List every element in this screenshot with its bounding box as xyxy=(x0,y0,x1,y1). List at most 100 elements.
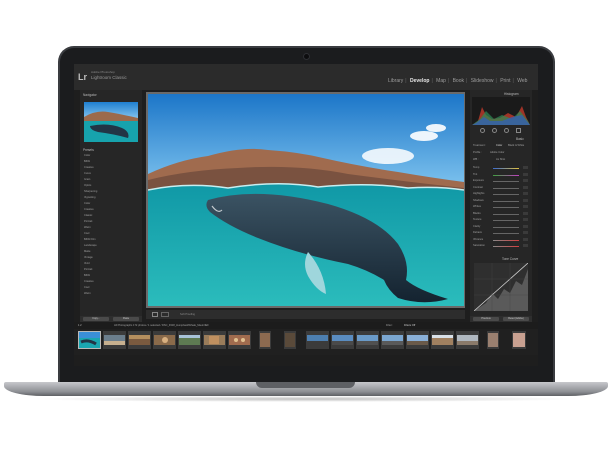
main-photo-whale[interactable] xyxy=(148,94,464,306)
treatment-bw-option[interactable]: Black & White xyxy=(508,144,524,147)
slider-track[interactable] xyxy=(493,213,519,215)
slider-track[interactable] xyxy=(493,187,519,189)
slider-value[interactable] xyxy=(523,166,528,169)
slider-value[interactable] xyxy=(523,244,528,247)
laptop-opening-notch xyxy=(256,382,355,388)
basic-header[interactable]: Basic xyxy=(516,137,524,141)
filmstrip-thumb[interactable] xyxy=(431,331,454,349)
slider-value[interactable] xyxy=(523,172,528,176)
red-eye-icon[interactable] xyxy=(504,128,509,133)
identity-plate-bar xyxy=(74,64,538,90)
slider-label: Temp xyxy=(473,166,480,169)
histogram-header[interactable]: Histogram xyxy=(504,92,519,96)
slider-track[interactable] xyxy=(493,168,519,169)
slider-track[interactable] xyxy=(493,226,519,228)
slider-label: Highlights xyxy=(473,192,485,195)
slider-label: Vibrance xyxy=(473,237,484,241)
filmstrip-thumb[interactable] xyxy=(259,331,271,349)
crop-tool-icon[interactable] xyxy=(480,128,485,133)
module-develop[interactable]: Develop xyxy=(410,78,429,84)
wb-label: WB : xyxy=(473,158,479,161)
treatment-color-option[interactable]: Color xyxy=(496,144,502,147)
filmstrip-thumb[interactable] xyxy=(284,331,296,349)
slider-value[interactable] xyxy=(523,231,528,234)
tone-curve-header[interactable]: Tone Curve xyxy=(502,257,518,261)
filmstrip-thumb[interactable] xyxy=(512,331,526,349)
slider-track[interactable] xyxy=(493,233,519,234)
slider-label: Whites xyxy=(473,205,481,208)
slider-track[interactable] xyxy=(493,246,519,247)
filmstrip-thumb[interactable] xyxy=(381,331,404,349)
module-print[interactable]: Print xyxy=(500,78,510,84)
source-path[interactable]: All Photographs 172 photos / 1 selected … xyxy=(114,324,209,327)
treatment-label: Treatment : xyxy=(473,144,487,147)
copy-button[interactable]: Copy... xyxy=(83,317,109,321)
reset-button[interactable]: Reset (Adobe) xyxy=(503,317,529,321)
preset-item[interactable]: Warm xyxy=(84,292,140,298)
filter-select[interactable]: Filters Off xyxy=(404,324,415,327)
module-map[interactable]: Map xyxy=(436,78,446,84)
navigator-header[interactable]: Navigator xyxy=(83,93,97,97)
slider-track[interactable] xyxy=(493,239,519,241)
module-slideshow[interactable]: Slideshow xyxy=(471,78,494,84)
profile-select[interactable]: Adobe Color xyxy=(490,151,504,154)
filmstrip-thumb[interactable] xyxy=(456,331,479,349)
navigator-preview[interactable] xyxy=(84,102,138,142)
previous-button[interactable]: Previous xyxy=(473,317,499,321)
module-book[interactable]: Book xyxy=(453,78,464,84)
slider-value[interactable] xyxy=(523,224,528,228)
slider-track[interactable] xyxy=(493,181,519,182)
left-panel: Navigator Presets Color B&W Creative Cur… xyxy=(80,90,142,316)
lightroom-window: Lr Adobe Photoshop Lightroom Classic Lib… xyxy=(74,64,538,366)
filmstrip-thumb[interactable] xyxy=(103,331,126,349)
profile-label: Profile : xyxy=(473,151,482,154)
slider-value[interactable] xyxy=(523,218,528,221)
filmstrip-thumb[interactable] xyxy=(178,331,201,349)
module-library[interactable]: Library xyxy=(388,78,403,84)
slider-value[interactable] xyxy=(523,211,528,215)
slider-value[interactable] xyxy=(523,198,528,202)
filmstrip-thumb[interactable] xyxy=(306,331,329,349)
slider-label: Dehaze xyxy=(473,231,482,234)
histogram xyxy=(472,97,530,125)
slider-value[interactable] xyxy=(523,185,528,189)
page-switcher[interactable]: 1 2 xyxy=(78,324,82,327)
module-picker: Library | Develop | Map | Book | Slideshow | … xyxy=(388,78,528,84)
webcam xyxy=(303,53,310,60)
laptop-shadow xyxy=(30,396,582,402)
slider-track[interactable] xyxy=(493,194,519,195)
filmstrip-thumb[interactable] xyxy=(128,331,151,349)
spot-removal-icon[interactable] xyxy=(492,128,497,133)
slider-value[interactable] xyxy=(523,179,528,182)
filmstrip-thumb[interactable] xyxy=(356,331,379,349)
loupe-view-icon[interactable] xyxy=(152,312,158,317)
slider-value[interactable] xyxy=(523,192,528,195)
before-after-icon[interactable] xyxy=(161,312,169,317)
filmstrip-thumb[interactable] xyxy=(406,331,429,349)
slider-track[interactable] xyxy=(493,200,519,202)
filmstrip-thumb[interactable] xyxy=(331,331,354,349)
soft-proofing-label[interactable]: Soft Proofing xyxy=(180,313,195,316)
tone-curve-graph[interactable] xyxy=(473,262,529,312)
slider-label: Blacks xyxy=(473,211,481,215)
graduated-filter-icon[interactable] xyxy=(516,128,521,133)
slider-track[interactable] xyxy=(493,220,519,221)
wb-select[interactable]: As Shot xyxy=(496,158,505,161)
presets-header[interactable]: Presets xyxy=(83,148,94,152)
right-panel: Histogram Basic Treatment : Color Black … xyxy=(470,90,532,316)
filmstrip-thumb-selected[interactable] xyxy=(78,331,101,349)
filter-label: Filter : xyxy=(386,324,394,327)
presets-list: Color B&W Creative Curve Grain Optics Sh… xyxy=(84,154,140,304)
slider-label: Contrast xyxy=(473,185,483,189)
filmstrip-thumb[interactable] xyxy=(228,331,251,349)
slider-track[interactable] xyxy=(493,174,519,176)
slider-value[interactable] xyxy=(523,205,528,208)
module-web[interactable]: Web xyxy=(517,78,527,84)
slider-track[interactable] xyxy=(493,207,519,208)
filmstrip-thumb[interactable] xyxy=(487,331,499,349)
slider-label: Texture xyxy=(473,218,482,221)
slider-value[interactable] xyxy=(523,237,528,241)
filmstrip-thumb[interactable] xyxy=(203,331,226,349)
paste-button[interactable]: Paste xyxy=(113,317,139,321)
filmstrip-thumb[interactable] xyxy=(153,331,176,349)
